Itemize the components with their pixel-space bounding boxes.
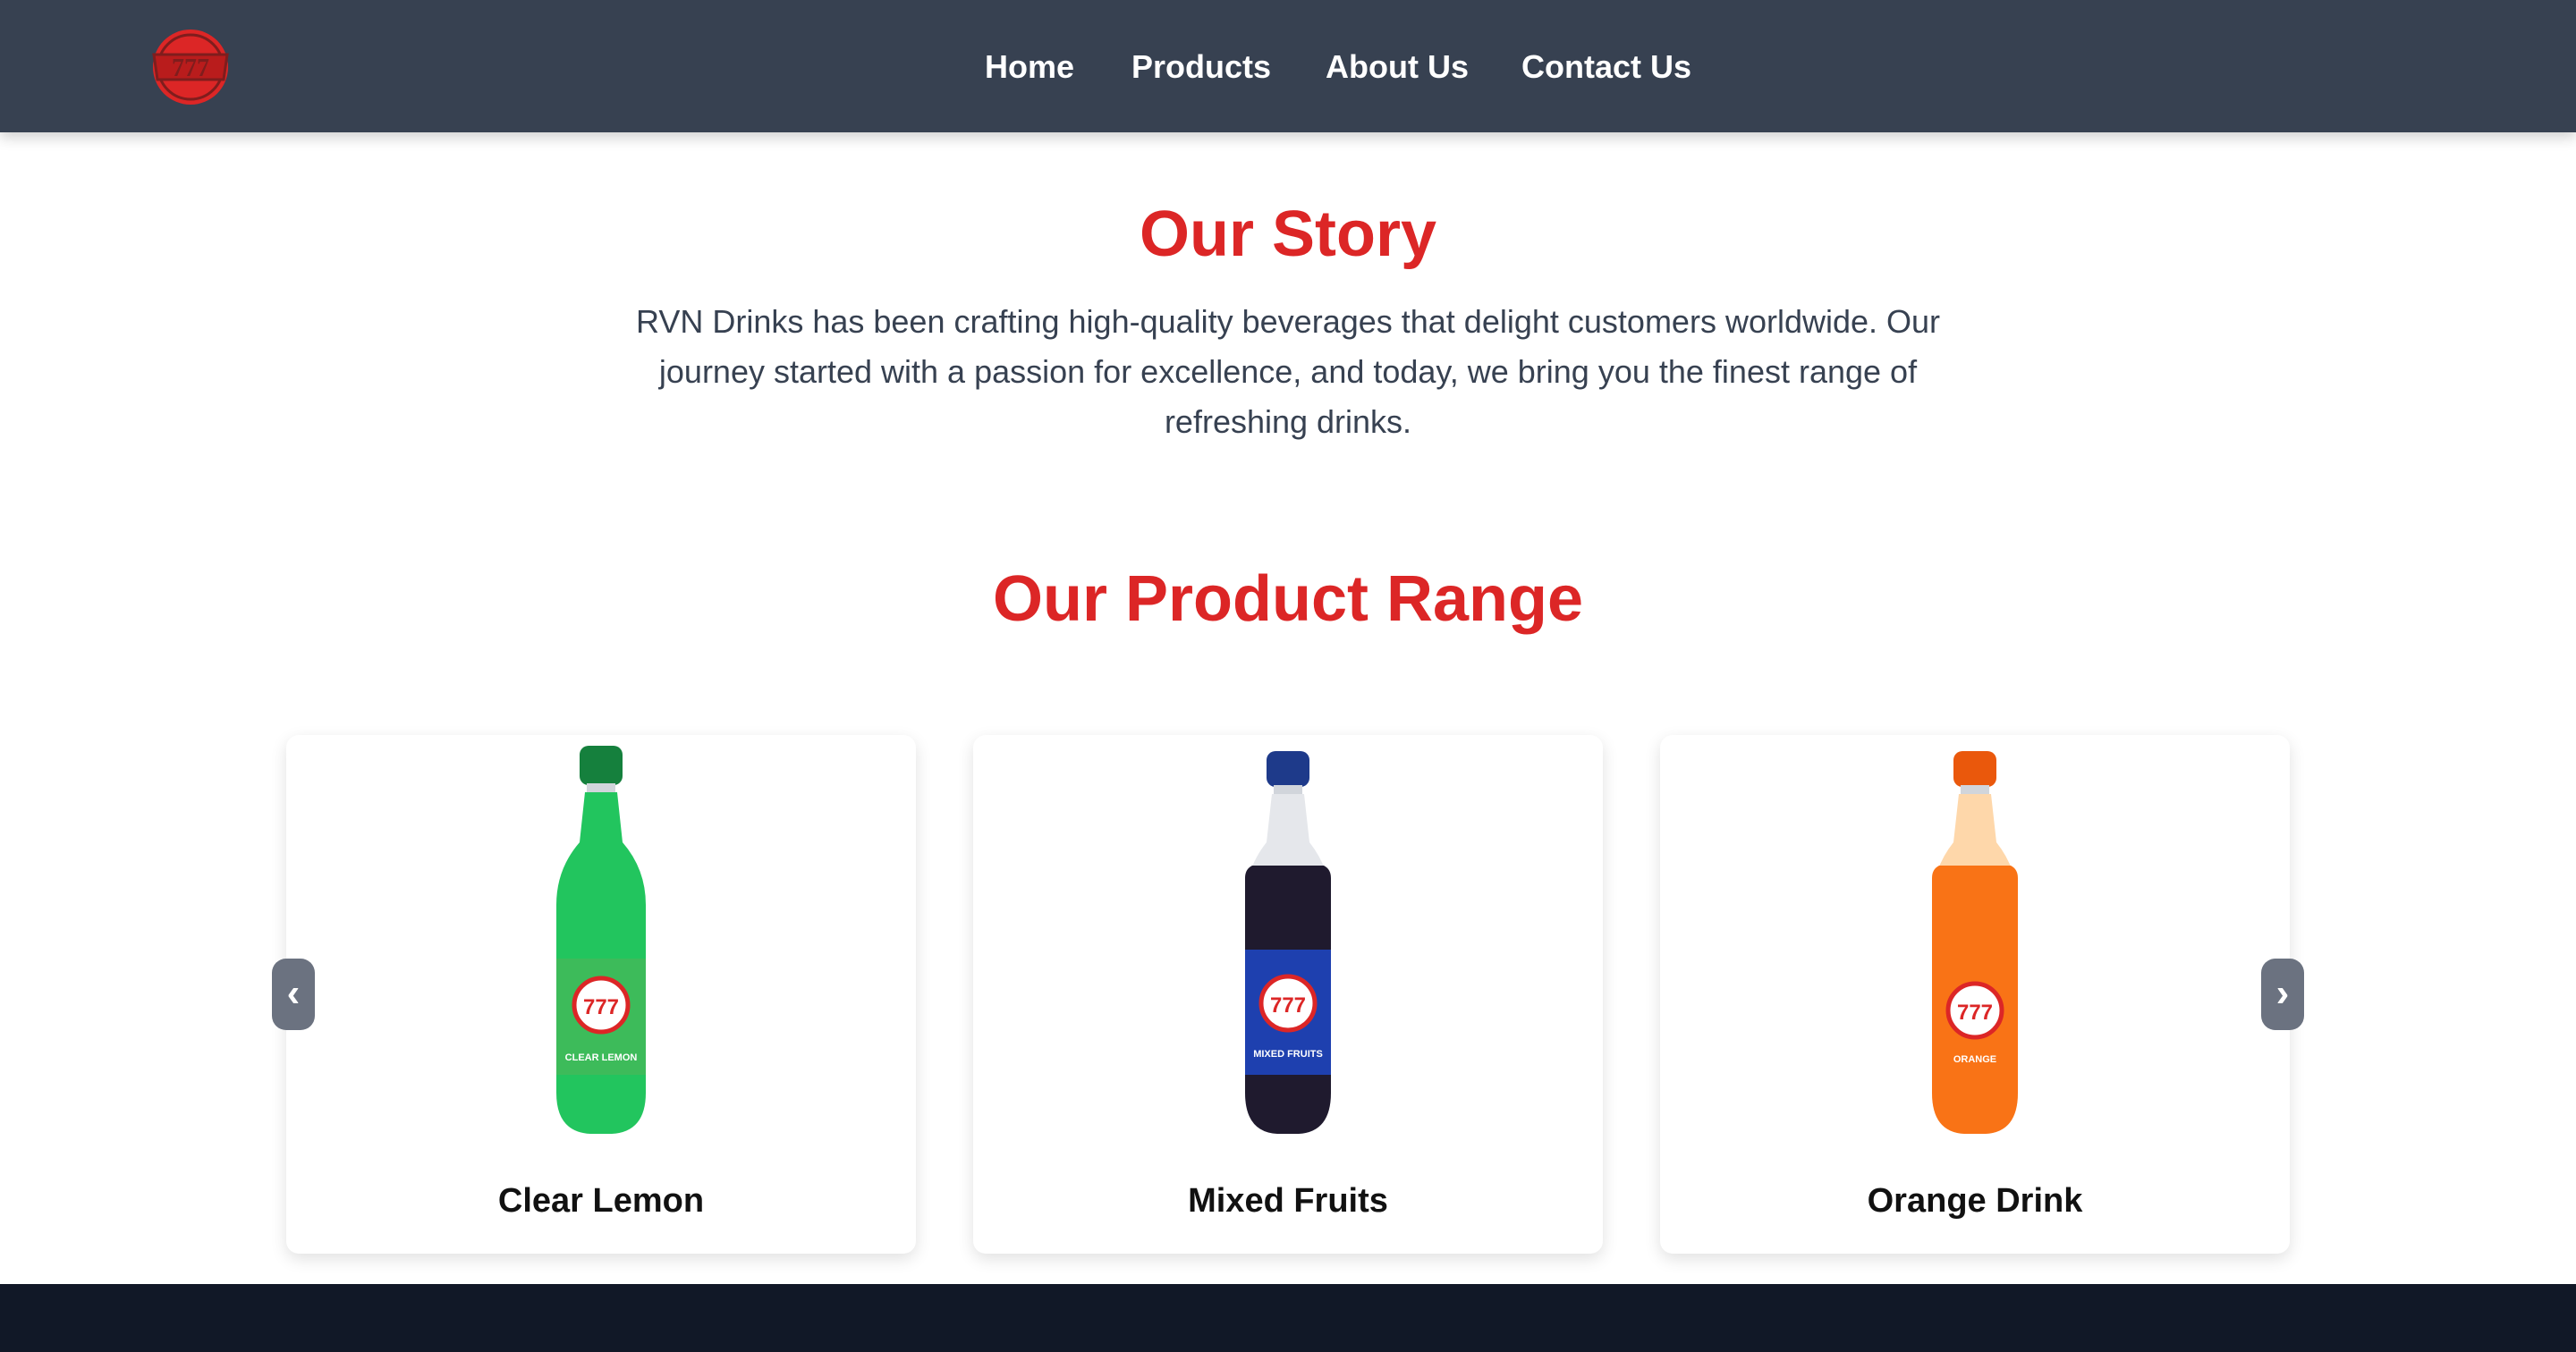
bottle-cap xyxy=(1267,751,1309,787)
mixed-fruits-bottle-image: 777 MIXED FRUITS xyxy=(1245,751,1331,1134)
svg-text:777: 777 xyxy=(583,995,619,1019)
product-name: Clear Lemon xyxy=(497,1182,705,1220)
bottle-cap xyxy=(1953,751,1996,787)
clear-lemon-bottle-image: 777 CLEAR LEMON xyxy=(556,746,646,1134)
carousel-prev-button[interactable]: ‹ xyxy=(272,959,315,1030)
chevron-right-icon: › xyxy=(2275,971,2290,1015)
product-card-clear-lemon[interactable]: 777 CLEAR LEMON Clear Lemon xyxy=(286,735,916,1254)
orange-drink-bottle-image: 777 ORANGE xyxy=(1932,751,2018,1134)
nav-products[interactable]: Products xyxy=(1131,46,1271,88)
bottle-cap xyxy=(580,746,623,785)
nav-about-us[interactable]: About Us xyxy=(1326,46,1469,88)
product-card-orange-drink[interactable]: 777 ORANGE Orange Drink xyxy=(1660,735,2290,1254)
nav-contact-us[interactable]: Contact Us xyxy=(1521,46,1691,88)
footer xyxy=(0,1284,2576,1352)
product-name: Orange Drink xyxy=(1867,1182,2083,1220)
chevron-left-icon: ‹ xyxy=(286,971,301,1015)
svg-text:CLEAR LEMON: CLEAR LEMON xyxy=(565,1052,638,1063)
product-range-title: Our Product Range xyxy=(992,563,1584,635)
carousel-next-button[interactable]: › xyxy=(2261,959,2304,1030)
main-nav: Home Products About Us Contact Us xyxy=(0,0,2576,132)
navbar: 777 Home Products About Us Contact Us xyxy=(0,0,2576,132)
our-story-text: RVN Drinks has been crafting high-qualit… xyxy=(635,303,1941,440)
nav-home[interactable]: Home xyxy=(985,46,1074,88)
svg-text:MIXED FRUITS: MIXED FRUITS xyxy=(1253,1049,1323,1060)
svg-text:ORANGE: ORANGE xyxy=(1953,1054,1996,1065)
svg-text:777: 777 xyxy=(1957,1001,1993,1025)
product-card-mixed-fruits[interactable]: 777 MIXED FRUITS Mixed Fruits xyxy=(973,735,1603,1254)
our-story-title: Our Story xyxy=(1139,199,1437,270)
svg-text:777: 777 xyxy=(1270,993,1306,1018)
product-name: Mixed Fruits xyxy=(1188,1182,1388,1220)
